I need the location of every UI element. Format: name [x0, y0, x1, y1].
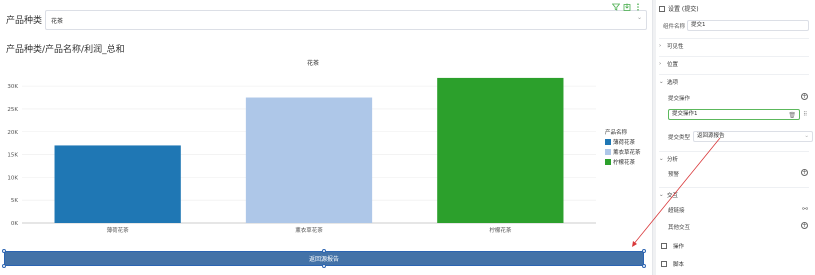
- chart-title: 产品种类/产品名称/利润_总和: [6, 45, 125, 55]
- chart-toolbar: [612, 2, 642, 11]
- submit-button-label: 返回源报告: [308, 256, 339, 263]
- section-analysis[interactable]: ⌄ 分析: [659, 151, 809, 163]
- filter-select[interactable]: 花茶 ⌄: [45, 10, 647, 30]
- panel-scrollbar[interactable]: [653, 0, 656, 275]
- hyperlink-row: 超链接 ⚯: [668, 205, 808, 215]
- section-visibility[interactable]: › 可见性: [659, 38, 809, 50]
- filter-label: 产品种类: [6, 15, 43, 26]
- section-label: 位置: [667, 61, 679, 68]
- submit-action-label: 提交操作: [668, 96, 691, 102]
- settings-icon: [659, 5, 665, 12]
- operation-label: 操作: [673, 244, 685, 250]
- more-vertical-icon[interactable]: [634, 2, 642, 11]
- bar[interactable]: [245, 97, 373, 223]
- panel-header: 设置 (提交): [659, 4, 699, 13]
- chevron-down-icon: ⌄: [659, 78, 664, 85]
- section-label: 选项: [667, 79, 679, 86]
- component-name-label: 组件名称: [663, 23, 686, 30]
- add-icon[interactable]: +: [801, 222, 808, 229]
- drag-handle-icon[interactable]: ⠿: [803, 111, 807, 118]
- add-icon[interactable]: +: [801, 169, 808, 176]
- legend-label: 薰衣草花茶: [613, 150, 641, 156]
- delete-icon[interactable]: 🗑: [788, 111, 796, 120]
- other-interaction-row: 其他交互 +: [668, 222, 808, 232]
- script-icon: [661, 261, 667, 267]
- submit-action-row: 提交操作 +: [668, 93, 808, 103]
- panel-title: 设置 (提交): [668, 6, 699, 13]
- preview-label: 预警: [668, 172, 680, 178]
- resize-handle[interactable]: [642, 249, 646, 253]
- legend-item[interactable]: 薰衣草花茶: [605, 148, 641, 156]
- component-name-input[interactable]: 提交1: [687, 20, 809, 31]
- filter-icon[interactable]: [612, 2, 620, 11]
- preview-row: 预警 +: [668, 169, 808, 179]
- link-icon[interactable]: ⚯: [802, 205, 808, 213]
- chevron-down-icon: ⌄: [659, 155, 664, 162]
- settings-panel: 设置 (提交) 组件名称 提交1 › 可见性 › 位置 ⌄ 选项 提交操作 + 提交操…: [653, 0, 815, 275]
- section-label: 可见性: [667, 43, 684, 50]
- y-tick-label: 5K: [11, 198, 18, 204]
- y-tick-label: 10K: [7, 175, 18, 181]
- resize-handle[interactable]: [322, 264, 326, 268]
- report-canvas: 产品种类 花茶 ⌄ 产品种类/产品名称/利润_总和 花茶 0K 5K 10K 15K 2…: [0, 0, 652, 275]
- export-icon[interactable]: [623, 2, 631, 11]
- legend-item[interactable]: 柠檬花茶: [605, 158, 641, 166]
- resize-handle[interactable]: [2, 249, 6, 253]
- section-options[interactable]: ⌄ 选项: [659, 74, 809, 86]
- y-tick-label: 20K: [7, 130, 18, 136]
- bar-chart: 花茶 0K 5K 10K 15K 20K 25K 30K 薄荷花茶 薰衣草花茶 柠檬花茶: [7, 59, 596, 234]
- script-item[interactable]: 脚本: [661, 258, 811, 270]
- chevron-down-icon: ⌄: [636, 14, 642, 21]
- section-label: 交互: [667, 192, 679, 199]
- legend-swatch: [605, 139, 611, 145]
- submit-action-input[interactable]: 提交操作1 🗑: [668, 109, 800, 120]
- add-icon[interactable]: +: [801, 93, 808, 100]
- x-tick-label: 柠檬花茶: [489, 226, 512, 234]
- submit-type-row: 提交类型 返回源报告 ⌄: [668, 131, 813, 142]
- y-tick-label: 15K: [7, 153, 18, 159]
- legend-swatch: [605, 149, 611, 155]
- legend-title: 产品名称: [605, 130, 628, 136]
- y-tick-label: 0K: [11, 221, 18, 227]
- x-tick-label: 薰衣草花茶: [295, 226, 323, 234]
- other-interaction-label: 其他交互: [668, 225, 691, 231]
- legend-item[interactable]: 薄荷花茶: [605, 138, 641, 146]
- chart-legend: 产品名称 薄荷花茶 薰衣草花茶 柠檬花茶: [605, 128, 641, 168]
- bar[interactable]: [437, 77, 564, 223]
- hyperlink-label: 超链接: [668, 208, 685, 214]
- chevron-down-icon: ⌄: [659, 191, 664, 198]
- chevron-right-icon: ›: [659, 60, 662, 67]
- submit-type-value: 返回源报告: [697, 133, 725, 139]
- submit-action-value: 提交操作1: [672, 111, 698, 117]
- section-position[interactable]: › 位置: [659, 56, 809, 68]
- resize-handle[interactable]: [2, 264, 6, 268]
- submit-type-label: 提交类型: [668, 134, 691, 141]
- resize-handle[interactable]: [322, 249, 326, 253]
- legend-label: 薄荷花茶: [613, 140, 636, 146]
- chart-subtitle: 花茶: [307, 59, 319, 67]
- bar[interactable]: [54, 145, 181, 223]
- submit-type-select[interactable]: 返回源报告 ⌄: [693, 131, 813, 142]
- chevron-right-icon: ›: [659, 42, 662, 49]
- operation-icon: [661, 243, 667, 249]
- resize-handle[interactable]: [642, 264, 646, 268]
- script-label: 脚本: [673, 262, 685, 268]
- x-tick-label: 薄荷花茶: [107, 226, 130, 234]
- y-tick-label: 25K: [7, 107, 18, 113]
- component-name-row: 组件名称 提交1: [663, 20, 809, 31]
- section-label: 分析: [667, 156, 679, 163]
- filter-value: 花茶: [51, 17, 64, 25]
- product-category-filter: 产品种类 花茶 ⌄: [6, 8, 647, 30]
- operation-item[interactable]: 操作: [661, 240, 811, 252]
- chevron-down-icon: ⌄: [804, 133, 809, 139]
- legend-swatch: [605, 159, 611, 165]
- y-tick-label: 30K: [7, 84, 18, 90]
- section-interaction[interactable]: ⌄ 交互: [659, 187, 809, 199]
- legend-label: 柠檬花茶: [613, 160, 636, 166]
